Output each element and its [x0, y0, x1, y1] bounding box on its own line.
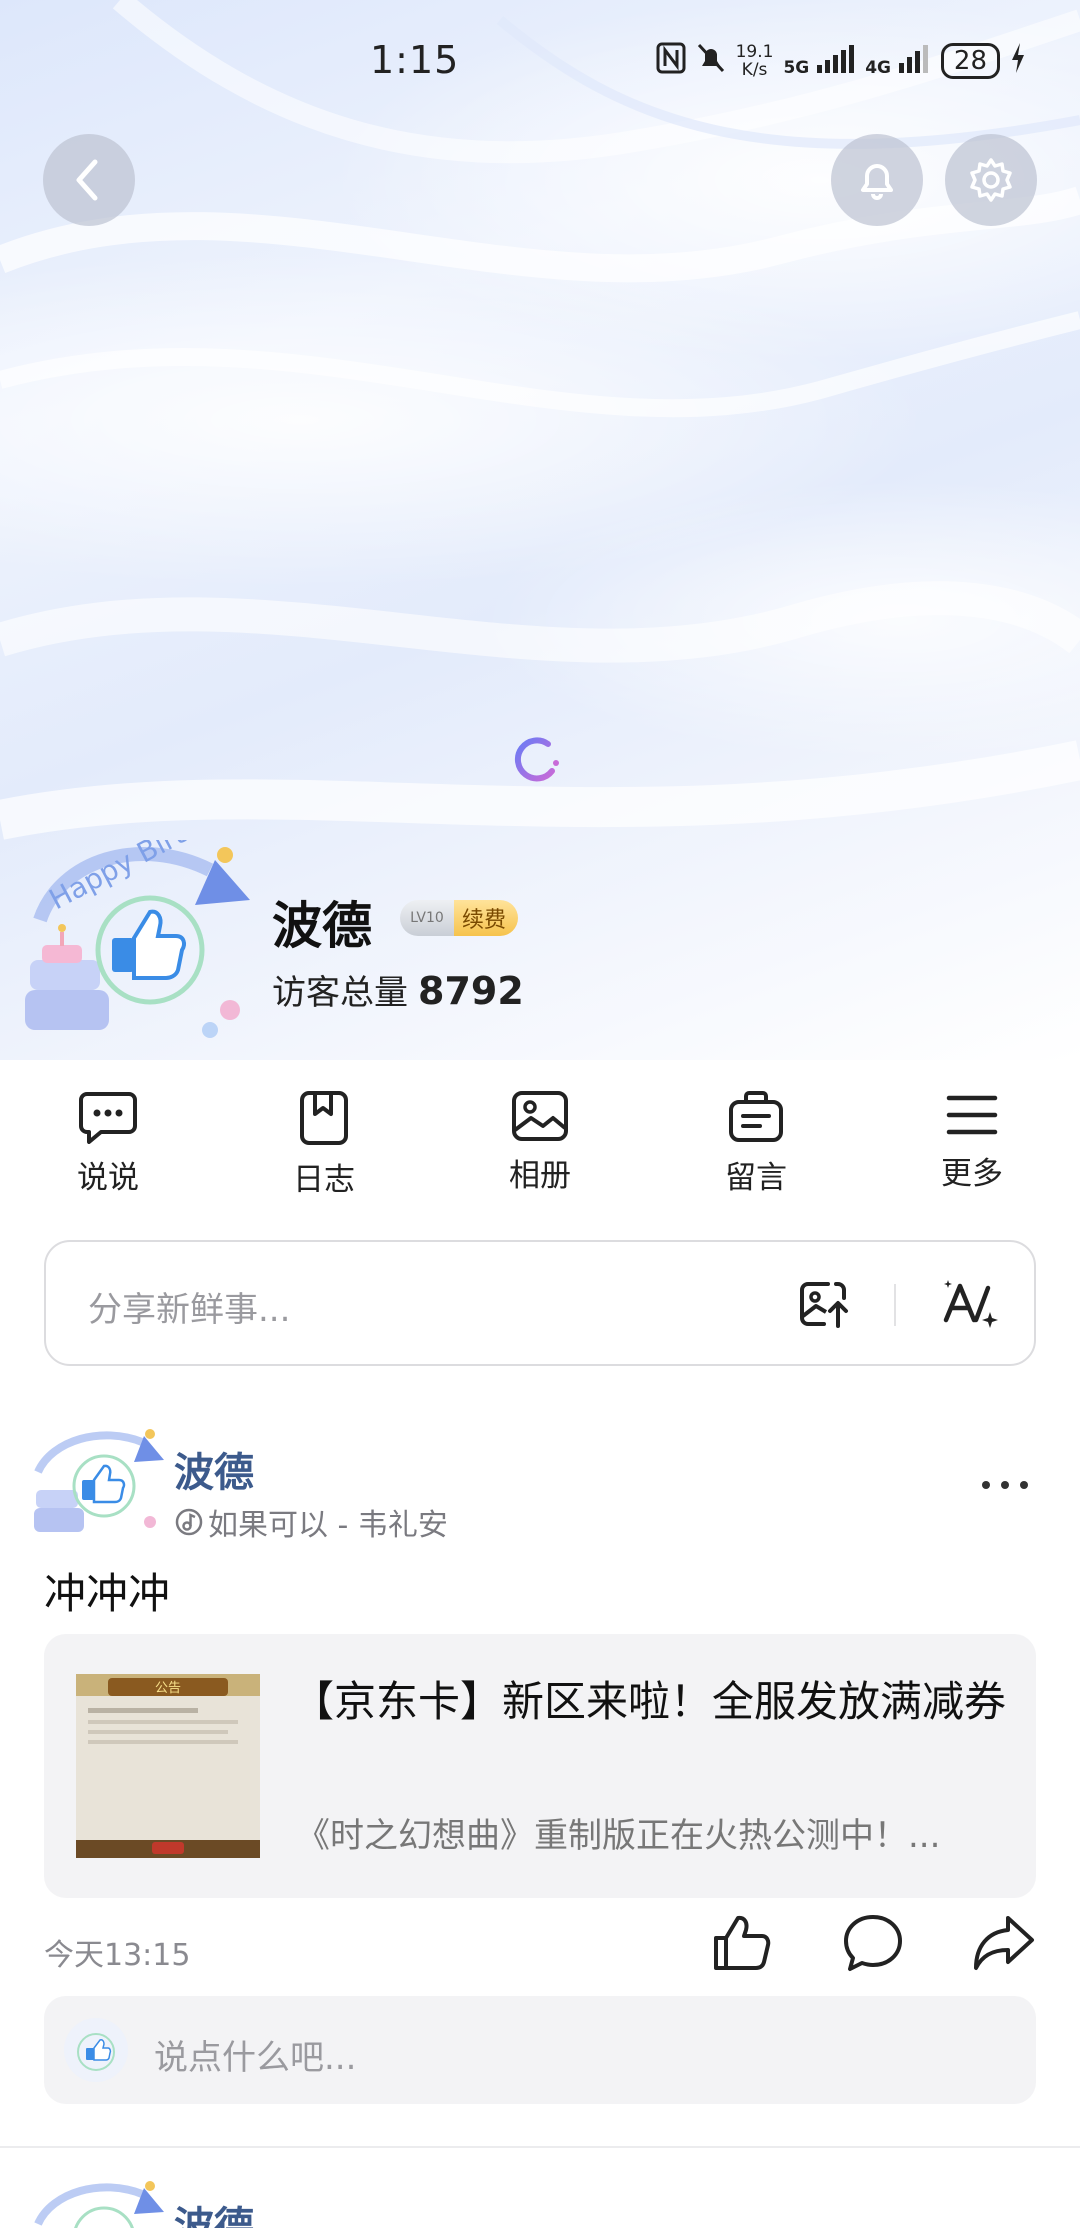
gear-icon	[970, 158, 1012, 202]
nav-item-message-board[interactable]: 留言	[686, 1090, 826, 1197]
chevron-left-icon	[76, 159, 98, 201]
share-placeholder: 分享新鲜事...	[88, 1290, 291, 1330]
signal-5g: 5G	[783, 44, 855, 78]
visitor-number: 8792	[418, 969, 524, 1013]
thumb-banner: 公告	[155, 1681, 181, 1696]
dot-icon	[1020, 1481, 1028, 1489]
post-more-button[interactable]	[982, 1470, 1028, 1500]
comment-button[interactable]	[842, 1912, 904, 1974]
ai-writing-icon[interactable]	[940, 1276, 1000, 1332]
dot-icon	[1001, 1481, 1009, 1489]
net-speed-value: 19.1	[735, 42, 774, 62]
status-icons: 19.1 K/s 5G 4G 28	[656, 42, 1026, 80]
signal-5g-label: 5G	[783, 57, 810, 78]
album-icon	[512, 1091, 568, 1141]
loading-spinner	[514, 737, 559, 782]
commenter-avatar	[64, 2018, 128, 2082]
renew-button[interactable]: 续费	[454, 900, 519, 936]
nav-item-shuoshuo[interactable]: 说说	[38, 1090, 178, 1197]
post-author-name[interactable]: 波德	[174, 1440, 254, 1498]
menu-icon	[946, 1095, 998, 1135]
link-description: 《时之幻想曲》重制版正在火热公测中！...	[296, 1816, 941, 1856]
music-note-icon	[175, 1508, 203, 1536]
profile-name: 波德	[272, 897, 372, 955]
nav-label: 留言	[725, 1160, 787, 1196]
net-speed-unit: K/s	[741, 60, 768, 80]
share-button[interactable]	[972, 1912, 1036, 1974]
signal-4g: 4G	[865, 44, 931, 78]
back-button[interactable]	[43, 134, 135, 226]
post-music[interactable]: 如果可以 - 韦礼安	[174, 1500, 448, 1544]
visitor-count: 访客总量 8792	[272, 965, 524, 1014]
nav-label: 更多	[941, 1156, 1003, 1192]
like-button[interactable]	[710, 1912, 772, 1974]
mute-bell-icon	[696, 42, 726, 80]
settings-button[interactable]	[945, 134, 1037, 226]
chat-bubble-icon	[79, 1092, 137, 1144]
link-title: 【京东卡】新区来啦！全服发放满减券	[292, 1677, 1007, 1726]
message-board-icon	[729, 1091, 783, 1142]
status-time: 1:15	[370, 38, 460, 82]
profile-avatar[interactable]: Happy Birthday	[20, 840, 270, 1050]
feature-nav: 说说 日志 相册 留言 更多	[0, 1090, 1080, 1220]
vip-badge[interactable]: LV10 续费	[400, 900, 519, 936]
share-divider	[894, 1284, 896, 1326]
next-post-author[interactable]: 波德	[174, 2194, 254, 2228]
visitor-label: 访客总量	[272, 973, 408, 1013]
nav-item-more[interactable]: 更多	[902, 1090, 1042, 1193]
dot-icon	[982, 1481, 990, 1489]
signal-4g-label: 4G	[865, 57, 891, 78]
nav-item-album[interactable]: 相册	[470, 1090, 610, 1195]
link-thumbnail: 公告	[76, 1674, 260, 1858]
nav-label: 日志	[293, 1162, 355, 1198]
post-text: 冲冲冲	[44, 1569, 171, 1618]
announcement-image: 公告	[76, 1674, 260, 1858]
signal-bars-icon	[898, 44, 928, 73]
next-post-avatar[interactable]	[32, 2180, 172, 2228]
comment-input[interactable]: 说点什么吧...	[44, 1996, 1036, 2104]
post-timestamp: 今天13:15	[44, 1938, 191, 1973]
bell-icon	[861, 164, 893, 200]
image-upload-icon[interactable]	[798, 1278, 852, 1332]
signal-bars-icon	[817, 44, 855, 73]
net-speed: 19.1 K/s	[736, 43, 774, 79]
post-music-label: 如果可以 - 韦礼安	[208, 1508, 448, 1543]
shared-link-card[interactable]: 公告 【京东卡】新区来啦！全服发放满减券 《时之幻想曲》重制版正在火热公测中！.…	[44, 1634, 1036, 1898]
nav-item-journal[interactable]: 日志	[254, 1090, 394, 1199]
charging-icon	[1010, 43, 1026, 79]
share-input[interactable]: 分享新鲜事...	[44, 1240, 1036, 1366]
post-divider	[0, 2146, 1080, 2148]
nav-label: 说说	[77, 1160, 139, 1196]
notification-button[interactable]	[831, 134, 923, 226]
profile-page: 1:15 19.1 K/s 5G 4G 28 Happy Birthday 波德…	[0, 0, 1080, 2228]
diamond-level-icon: LV10	[400, 900, 454, 936]
post-author-avatar[interactable]	[32, 1428, 172, 1538]
journal-icon	[300, 1091, 348, 1145]
nfc-icon	[656, 42, 686, 80]
battery-indicator: 28	[940, 43, 1000, 79]
status-bar: 1:15 19.1 K/s 5G 4G 28	[0, 0, 1080, 120]
nav-label: 相册	[509, 1158, 571, 1194]
comment-placeholder: 说点什么吧...	[154, 2038, 357, 2078]
